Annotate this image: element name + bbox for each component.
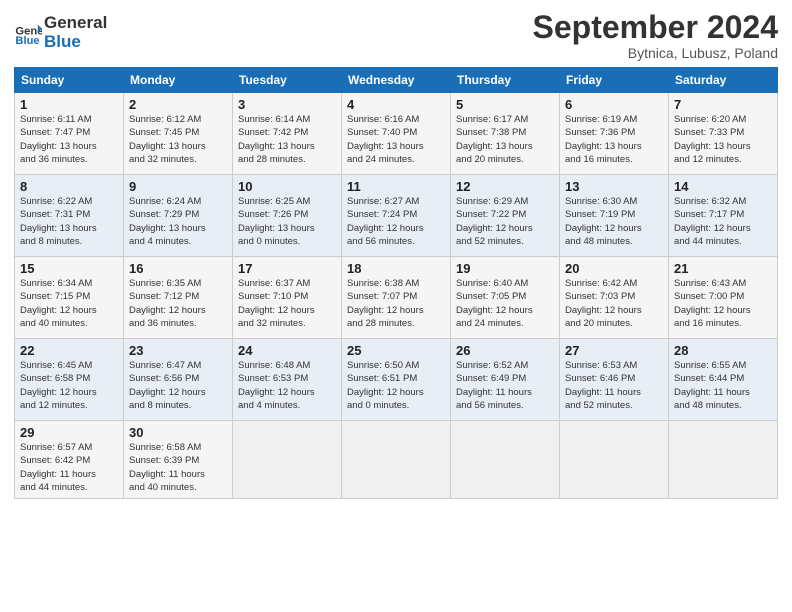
col-sunday: Sunday — [15, 68, 124, 93]
table-row: 19Sunrise: 6:40 AM Sunset: 7:05 PM Dayli… — [451, 257, 560, 339]
table-row: 21Sunrise: 6:43 AM Sunset: 7:00 PM Dayli… — [669, 257, 778, 339]
col-saturday: Saturday — [669, 68, 778, 93]
table-row: 7Sunrise: 6:20 AM Sunset: 7:33 PM Daylig… — [669, 93, 778, 175]
table-row: 20Sunrise: 6:42 AM Sunset: 7:03 PM Dayli… — [560, 257, 669, 339]
col-tuesday: Tuesday — [233, 68, 342, 93]
table-row: 23Sunrise: 6:47 AM Sunset: 6:56 PM Dayli… — [124, 339, 233, 421]
table-row: 13Sunrise: 6:30 AM Sunset: 7:19 PM Dayli… — [560, 175, 669, 257]
calendar-table: Sunday Monday Tuesday Wednesday Thursday… — [14, 67, 778, 499]
table-row: 10Sunrise: 6:25 AM Sunset: 7:26 PM Dayli… — [233, 175, 342, 257]
table-row: 17Sunrise: 6:37 AM Sunset: 7:10 PM Dayli… — [233, 257, 342, 339]
col-thursday: Thursday — [451, 68, 560, 93]
table-row — [669, 421, 778, 499]
table-row: 5Sunrise: 6:17 AM Sunset: 7:38 PM Daylig… — [451, 93, 560, 175]
table-row: 8Sunrise: 6:22 AM Sunset: 7:31 PM Daylig… — [15, 175, 124, 257]
logo-icon: General Blue — [14, 19, 42, 47]
svg-text:Blue: Blue — [15, 35, 39, 47]
table-row — [233, 421, 342, 499]
table-row: 1Sunrise: 6:11 AM Sunset: 7:47 PM Daylig… — [15, 93, 124, 175]
logo: General Blue General Blue — [14, 14, 107, 51]
logo-blue: Blue — [44, 33, 107, 52]
table-row: 9Sunrise: 6:24 AM Sunset: 7:29 PM Daylig… — [124, 175, 233, 257]
col-monday: Monday — [124, 68, 233, 93]
table-row: 12Sunrise: 6:29 AM Sunset: 7:22 PM Dayli… — [451, 175, 560, 257]
table-row — [342, 421, 451, 499]
table-row: 24Sunrise: 6:48 AM Sunset: 6:53 PM Dayli… — [233, 339, 342, 421]
table-row: 4Sunrise: 6:16 AM Sunset: 7:40 PM Daylig… — [342, 93, 451, 175]
table-row — [451, 421, 560, 499]
table-row: 25Sunrise: 6:50 AM Sunset: 6:51 PM Dayli… — [342, 339, 451, 421]
table-row: 29Sunrise: 6:57 AM Sunset: 6:42 PM Dayli… — [15, 421, 124, 499]
table-row: 6Sunrise: 6:19 AM Sunset: 7:36 PM Daylig… — [560, 93, 669, 175]
table-row: 11Sunrise: 6:27 AM Sunset: 7:24 PM Dayli… — [342, 175, 451, 257]
table-row: 26Sunrise: 6:52 AM Sunset: 6:49 PM Dayli… — [451, 339, 560, 421]
table-row — [560, 421, 669, 499]
table-row: 30Sunrise: 6:58 AM Sunset: 6:39 PM Dayli… — [124, 421, 233, 499]
col-friday: Friday — [560, 68, 669, 93]
header: General Blue General Blue September 2024… — [14, 10, 778, 61]
calendar-container: General Blue General Blue September 2024… — [0, 0, 792, 612]
table-row: 18Sunrise: 6:38 AM Sunset: 7:07 PM Dayli… — [342, 257, 451, 339]
location: Bytnica, Lubusz, Poland — [533, 45, 778, 61]
logo-general: General — [44, 14, 107, 33]
title-block: September 2024 Bytnica, Lubusz, Poland — [533, 10, 778, 61]
table-row: 16Sunrise: 6:35 AM Sunset: 7:12 PM Dayli… — [124, 257, 233, 339]
table-row: 22Sunrise: 6:45 AM Sunset: 6:58 PM Dayli… — [15, 339, 124, 421]
table-row: 2Sunrise: 6:12 AM Sunset: 7:45 PM Daylig… — [124, 93, 233, 175]
table-row: 3Sunrise: 6:14 AM Sunset: 7:42 PM Daylig… — [233, 93, 342, 175]
table-row: 15Sunrise: 6:34 AM Sunset: 7:15 PM Dayli… — [15, 257, 124, 339]
month-title: September 2024 — [533, 10, 778, 45]
header-row: Sunday Monday Tuesday Wednesday Thursday… — [15, 68, 778, 93]
col-wednesday: Wednesday — [342, 68, 451, 93]
table-row: 27Sunrise: 6:53 AM Sunset: 6:46 PM Dayli… — [560, 339, 669, 421]
table-row: 28Sunrise: 6:55 AM Sunset: 6:44 PM Dayli… — [669, 339, 778, 421]
table-row: 14Sunrise: 6:32 AM Sunset: 7:17 PM Dayli… — [669, 175, 778, 257]
